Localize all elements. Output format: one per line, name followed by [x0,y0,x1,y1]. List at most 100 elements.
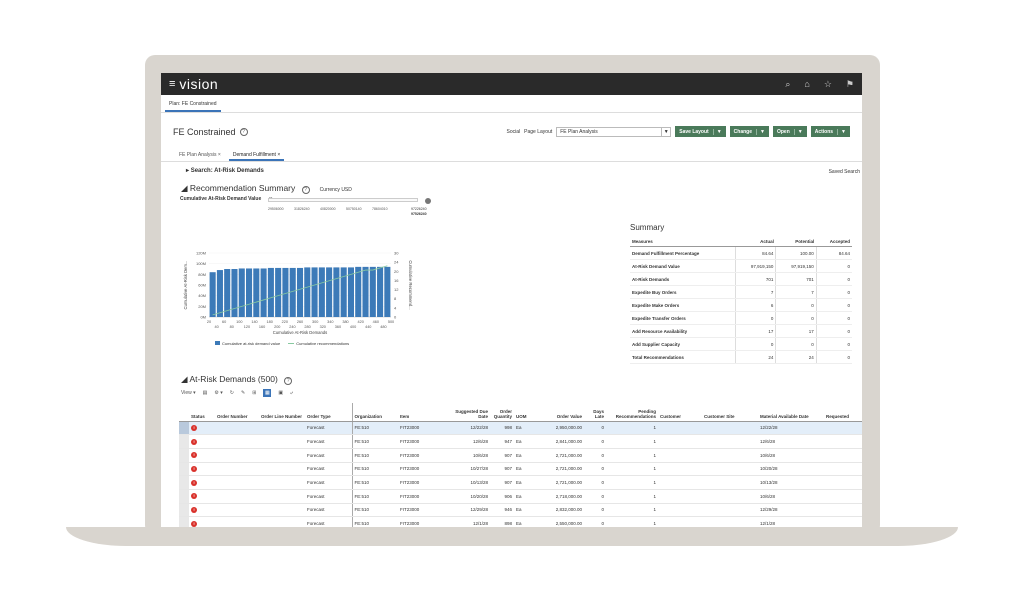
column-header[interactable]: Order Number [215,403,259,422]
tab-demand-fulfillment[interactable]: Demand Fulfillment × [228,150,285,161]
y-tick-label: 100M [196,261,206,266]
summary-cell: 0 [815,259,852,273]
column-header[interactable]: Order Value [546,403,584,422]
legend-item-line: Cumulative recommendations [288,341,349,346]
row-gutter[interactable] [179,462,189,477]
table-row[interactable]: ! Forecast FE:510 FIT23000 10/13/28 907 Ea 2,72… [179,475,862,490]
x-tick-label: 220 [282,320,288,324]
table-cell [215,489,259,504]
wrap-icon[interactable]: ▣ [278,390,283,396]
settings-icon[interactable]: ⚙ ▾ [214,390,222,396]
change-button[interactable]: Change ▼ [729,126,769,137]
status-cell: ! [189,516,215,527]
table-cell [702,516,758,527]
column-header[interactable]: Item [398,403,445,422]
recommendation-summary-heading[interactable]: ◢ Recommendation Summary ? Currency USD [181,183,352,194]
summary-cell: 24 [775,350,817,364]
link-icon[interactable]: ⤶ [290,390,293,396]
column-header[interactable]: Status [189,403,215,422]
row-gutter[interactable] [179,503,189,518]
table-cell [658,489,702,504]
summary-cell: Demand Fulfillment Percentage [630,246,736,260]
table-cell: 12/29/28 [758,503,824,518]
table-cell: 12/1/28 [445,516,490,527]
table-row[interactable]: ! Forecast FE:510 FIT23000 10/6/28 907 Ea 2,721… [179,448,862,463]
slider-knob[interactable] [425,198,431,204]
y2-tick-label: 16 [394,278,399,283]
column-header[interactable]: Order Line Number [259,403,305,422]
table-row[interactable]: ! Forecast FE:510 FIT23000 10/27/28 907 Ea 2,72… [179,462,862,477]
x-tick-label: 140 [251,320,257,324]
table-cell: 0 [584,489,606,504]
tab-fe-plan-analysis[interactable]: FE Plan Analysis × [175,150,225,161]
tab-plan[interactable]: Plan: FE Constrained [165,101,221,112]
home-icon[interactable]: ⌂ [804,79,809,90]
y2-tick-label: 24 [394,260,399,265]
search-icon[interactable]: ⌕ [785,79,790,90]
table-row[interactable]: ! Forecast FE:510 FIT23000 12/29/28 946 Ea 2,83… [179,503,862,518]
column-header[interactable]: Customer [658,403,702,422]
table-cell: FE:510 [352,503,398,518]
row-gutter[interactable] [179,475,189,490]
table-row[interactable]: ! Forecast FE:510 FIT23000 10/20/28 906 Ea 2,71… [179,489,862,504]
favorites-icon[interactable]: ☆ [824,79,832,90]
table-cell: Ea [514,503,546,518]
table-cell: 12/22/28 [445,421,490,436]
column-header[interactable]: Requested [824,403,862,422]
column-header[interactable]: Organization [352,403,398,422]
flag-icon[interactable]: ⚑ [846,79,854,90]
help-icon[interactable]: ? [239,127,248,136]
saved-search-label[interactable]: Saved Search [829,169,860,175]
detach-icon[interactable]: ▦ [263,389,272,397]
page-layout-select[interactable]: FE Plan Analysis ▼ [556,126,672,137]
x-tick-label: 160 [259,325,265,329]
social-link[interactable]: Social [507,129,521,135]
column-header[interactable]: Order Type [305,403,353,422]
column-header[interactable]: Days Late [584,403,606,422]
table-cell: Forecast [305,503,353,518]
summary-cell: 0 [815,285,852,299]
table-cell [215,503,259,518]
summary-cell: 97,919,150 [734,259,776,273]
freeze-icon[interactable]: ▤ [203,390,208,396]
summary-cell: 100.00 [775,246,817,260]
column-header[interactable]: Order Quantity [490,403,514,422]
error-icon: ! [191,493,197,500]
x-tick-label: 240 [289,325,295,329]
table-cell: FIT23000 [398,489,445,504]
view-menu[interactable]: View ▾ [181,390,196,396]
legend-item-bars: Cumulative at-risk demand value [215,341,280,346]
table-cell: 1 [606,462,658,477]
column-header[interactable]: Material Available Date [758,403,824,422]
row-gutter[interactable] [179,421,189,436]
save-layout-button[interactable]: Save Layout ▼ [675,126,726,137]
table-row[interactable]: ! Forecast FE:510 FIT23000 12/6/28 947 Ea 2,841… [179,434,862,449]
table-row[interactable]: ! Forecast FE:510 FIT23000 12/1/28 898 Ea 2,550… [179,516,862,527]
refresh-icon[interactable]: ↻ [230,390,234,396]
column-header[interactable]: Suggested Due Date [445,403,490,422]
chart-bar [296,267,304,317]
table-cell [702,434,758,449]
summary-cell: 0 [775,311,817,325]
edit-icon[interactable]: ✎ [241,390,245,396]
menu-icon[interactable]: ≡ [169,78,175,90]
column-header[interactable]: Customer Site [702,403,758,422]
row-gutter[interactable] [179,489,189,504]
table-row[interactable]: ! Forecast FE:510 FIT23000 12/22/28 998 Ea 2,95… [179,421,862,436]
x-tick-label: 360 [335,325,341,329]
range-slider[interactable] [268,198,418,202]
row-gutter[interactable] [179,434,189,449]
at-risk-demands-heading[interactable]: ◢ At-Risk Demands (500) ? [181,374,293,385]
column-header[interactable]: UOM [514,403,546,422]
x-tick-label: 320 [320,325,326,329]
column-header[interactable]: Pending Recommendations [606,403,658,422]
search-toggle[interactable]: ▸ Search: At-Risk Demands [186,167,264,174]
export-icon[interactable]: ⊞ [252,390,256,396]
row-gutter[interactable] [179,516,189,527]
row-gutter[interactable] [179,448,189,463]
table-cell: 2,721,000.00 [546,448,584,463]
table-cell [215,434,259,449]
actions-button[interactable]: Actions ▼ [810,126,850,137]
table-cell: FE:510 [352,434,398,449]
open-button[interactable]: Open ▼ [772,126,807,137]
